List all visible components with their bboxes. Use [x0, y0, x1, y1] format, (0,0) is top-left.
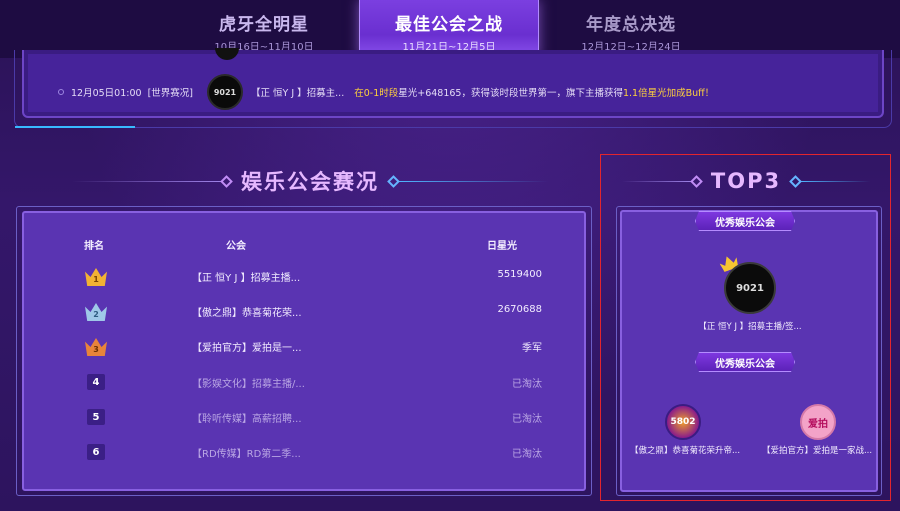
rank-number: 4 — [87, 374, 105, 390]
guild-avatar[interactable]: 9021 — [206, 74, 243, 110]
third-guild-avatar[interactable]: 爱拍 — [800, 404, 836, 440]
rank-badge: 1 — [84, 264, 108, 288]
ribbon-excellent-guild: 优秀娱乐公会 — [695, 211, 795, 231]
rank-badge: 3 — [84, 334, 108, 358]
table-row: 4 【影娱文化】招募主播/... 已淘汰 — [22, 370, 586, 394]
star-value: 已淘汰 — [512, 379, 542, 390]
guild-name[interactable]: 【影娱文化】招募主播/... — [192, 375, 342, 390]
guild-name[interactable]: 【正 恒Y J 】招募主播... — [192, 269, 342, 284]
star-value: 5519400 — [497, 269, 542, 280]
tab-title: 最佳公会之战 — [395, 15, 503, 35]
guild-name[interactable]: 【傲之鼎】恭喜菊花荣... — [192, 304, 342, 319]
title-line-left — [621, 180, 692, 182]
rank-badge: 6 — [84, 440, 108, 464]
avatar-logo-text: 爱拍 — [808, 418, 828, 430]
first-guild-avatar[interactable]: 9021 — [724, 262, 776, 314]
table-row: 6 【RD传媒】RD第二季... 已淘汰 — [22, 440, 586, 464]
star-value: 已淘汰 — [512, 449, 542, 460]
rank-badge: 5 — [84, 405, 108, 429]
header-rank: 排名 — [84, 241, 104, 252]
feed-item: 12月05日01:00 [世界赛况] 9021 【正 恒Y J 】招募主... … — [58, 74, 878, 110]
table-row: 1 【正 恒Y J 】招募主播... 5519400 — [22, 264, 586, 288]
crown-icon: 2 — [85, 301, 107, 321]
feed-highlight-period: 在0-1时段 — [354, 88, 399, 99]
avatar-logo-text: 5802 — [670, 417, 696, 427]
crown-icon: 1 — [85, 266, 107, 286]
second-guild-avatar[interactable]: 5802 — [665, 404, 701, 440]
rank-badge: 2 — [84, 299, 108, 323]
rank-number: 6 — [87, 444, 105, 460]
feed-highlight-buff: 1.1倍星光加成Buff！ — [622, 88, 715, 99]
first-guild-name[interactable]: 【正 恒Y J 】招募主播/签... — [690, 320, 810, 332]
avatar-logo-text: 9021 — [736, 282, 764, 294]
diamond-icon — [690, 174, 703, 188]
tab-title: 虎牙全明星 — [219, 15, 309, 35]
feed-tag: [世界赛况] — [147, 88, 193, 99]
feed-guild-name[interactable]: 【正 恒Y J 】招募主... — [251, 85, 344, 99]
title-line-left — [72, 180, 222, 182]
diamond-icon — [387, 174, 400, 188]
title-line-right — [800, 180, 871, 182]
header-guild: 公会 — [226, 241, 246, 252]
tab-title: 年度总决选 — [586, 15, 676, 35]
rank-badge: 4 — [84, 370, 108, 394]
section-title-text: 娱乐公会赛况 — [241, 170, 379, 194]
feed-time: 12月05日01:00 — [71, 88, 142, 99]
table-row: 5 【聆听传媒】高薪招聘... 已淘汰 — [22, 405, 586, 429]
section-title-top3: TOP3 — [608, 166, 884, 196]
star-value: 已淘汰 — [512, 414, 542, 425]
table-row: 2 【傲之鼎】恭喜菊花荣... 2670688 — [22, 299, 586, 323]
guild-name[interactable]: 【聆听传媒】高薪招聘... — [192, 410, 342, 425]
rank-number: 5 — [87, 409, 105, 425]
guild-name[interactable]: 【爱拍官方】爱拍是一... — [192, 339, 342, 354]
timeline-dot-icon — [58, 89, 64, 95]
ribbon-excellent-guild: 优秀娱乐公会 — [695, 352, 795, 372]
table-row: 3 【爱拍官方】爱拍是一... 季军 — [22, 334, 586, 358]
second-guild-name[interactable]: 【傲之鼎】恭喜菊花荣升帝... — [624, 444, 746, 456]
crown-icon: 3 — [85, 336, 107, 356]
star-value: 2670688 — [497, 304, 542, 315]
guild-name[interactable]: 【RD传媒】RD第二季... — [192, 445, 342, 460]
title-line-right — [398, 180, 548, 182]
header-star: 日星光 — [487, 241, 517, 252]
diamond-icon — [220, 174, 233, 188]
third-guild-name[interactable]: 【爱拍官方】爱拍是一家战... — [758, 444, 876, 456]
section-title-entertainment: 娱乐公会赛况 — [50, 166, 570, 196]
section-title-text: TOP3 — [710, 169, 782, 193]
diamond-icon — [789, 174, 802, 188]
feed-text: 星光+648165，获得该时段世界第一，旗下主播获得 — [398, 88, 623, 99]
avatar-logo-text: 9021 — [213, 87, 237, 97]
star-value: 季军 — [522, 343, 542, 354]
